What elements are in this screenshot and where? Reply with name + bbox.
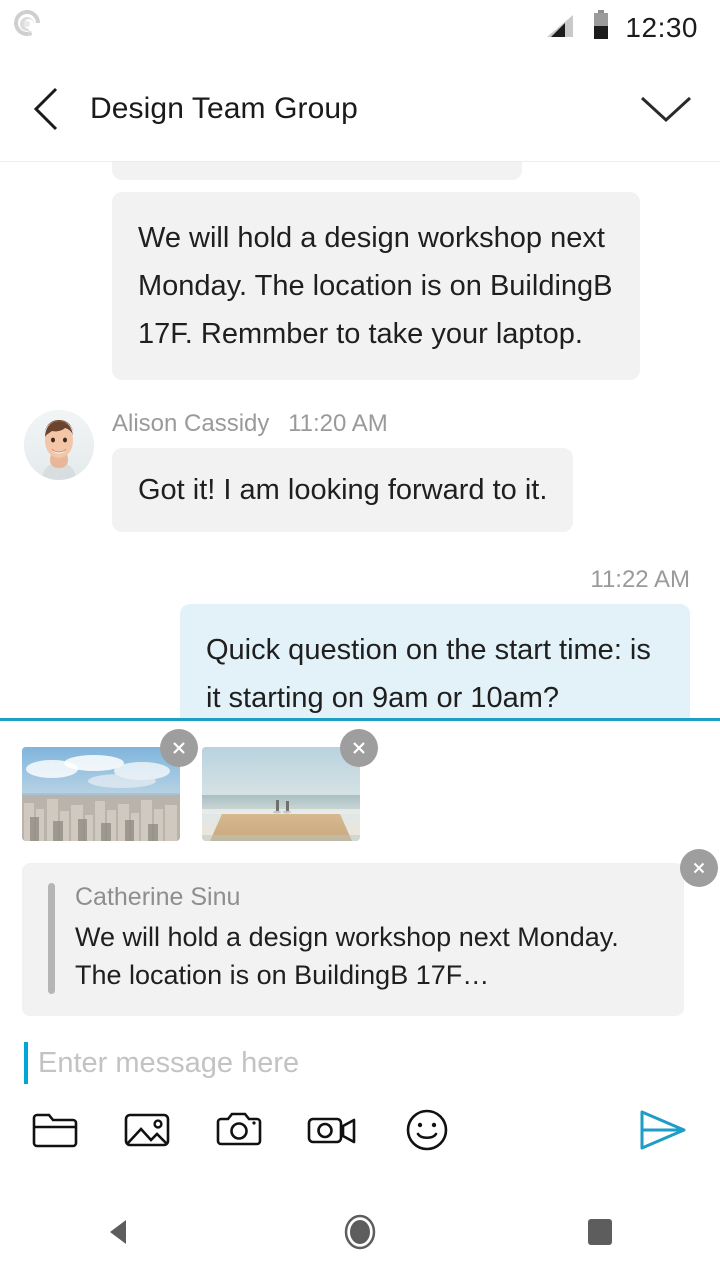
sender-name: Alison Cassidy [112,410,270,437]
android-back-icon[interactable] [60,1214,180,1250]
battery-half-icon [591,9,611,47]
message-bubble[interactable] [112,162,522,180]
page-title: Design Team Group [90,91,358,125]
chevron-down-icon[interactable] [638,92,694,126]
message-bubble[interactable]: Got it! I am looking forward to it. [112,448,574,532]
android-home-icon[interactable] [300,1212,420,1252]
status-bar-right: 12:30 [543,9,698,47]
chat-screen: 12:30 Design Team Group We will hold a d… [0,0,720,1280]
attachment-list [0,721,720,841]
message-time: 11:20 AM [288,410,388,437]
message-time: 11:22 AM [590,566,690,593]
composer-panel: Catherine Sinu We will hold a design wor… [0,718,720,1184]
status-bar-left [10,8,543,49]
message-bubble[interactable]: We will hold a design workshop next Mond… [112,192,640,380]
attachment-item-cityscape[interactable] [22,729,198,841]
remove-attachment-button[interactable] [340,729,378,767]
chat-header: Design Team Group [0,56,720,162]
video-camera-icon[interactable] [306,1107,360,1153]
emoji-smiley-icon[interactable] [402,1107,452,1153]
message-row-gotit[interactable]: Alison Cassidy 11:20 AM Got it! I am loo… [0,410,720,532]
cityscape-thumbnail[interactable] [22,747,180,841]
message-row-workshop[interactable]: We will hold a design workshop next Mond… [0,192,720,380]
image-gallery-icon[interactable] [122,1107,172,1153]
quote-body: Catherine Sinu We will hold a design wor… [75,883,660,994]
file-folder-icon[interactable] [30,1107,80,1153]
quote-content: Catherine Sinu We will hold a design wor… [22,863,684,1016]
status-bar-clock: 12:30 [625,12,698,43]
back-button[interactable] [30,86,62,132]
text-caret [24,1042,28,1084]
remove-attachment-button[interactable] [160,729,198,767]
message-partial-top[interactable] [0,162,720,180]
send-paper-plane-icon[interactable] [634,1106,692,1154]
message-row-question[interactable]: 11:22 AM Quick question on the start tim… [0,566,720,718]
camera-icon[interactable] [214,1107,264,1153]
remove-quote-button[interactable] [680,849,718,887]
message-list[interactable]: We will hold a design workshop next Mond… [0,162,720,718]
signal-bars-icon [543,11,577,46]
android-recents-icon[interactable] [540,1216,660,1248]
message-body: Alison Cassidy 11:20 AM Got it! I am loo… [112,410,700,532]
attachment-item-beach[interactable] [202,729,378,841]
beach-thumbnail[interactable] [202,747,360,841]
message-bubble[interactable]: Quick question on the start time: is it … [180,604,690,718]
message-meta: Alison Cassidy 11:20 AM [112,410,700,438]
quote-text: We will hold a design workshop next Mond… [75,922,619,990]
quote-author: Catherine Sinu [75,883,241,911]
composer-toolbar [0,1084,720,1154]
message-input[interactable] [38,1046,696,1080]
message-input-row[interactable] [0,1016,720,1084]
swirl-logo-icon [10,8,46,49]
quoted-message[interactable]: Catherine Sinu We will hold a design wor… [22,849,718,1016]
avatar[interactable] [24,410,94,480]
status-bar: 12:30 [0,0,720,56]
android-nav-bar [0,1184,720,1280]
quote-accent-bar [48,883,55,994]
